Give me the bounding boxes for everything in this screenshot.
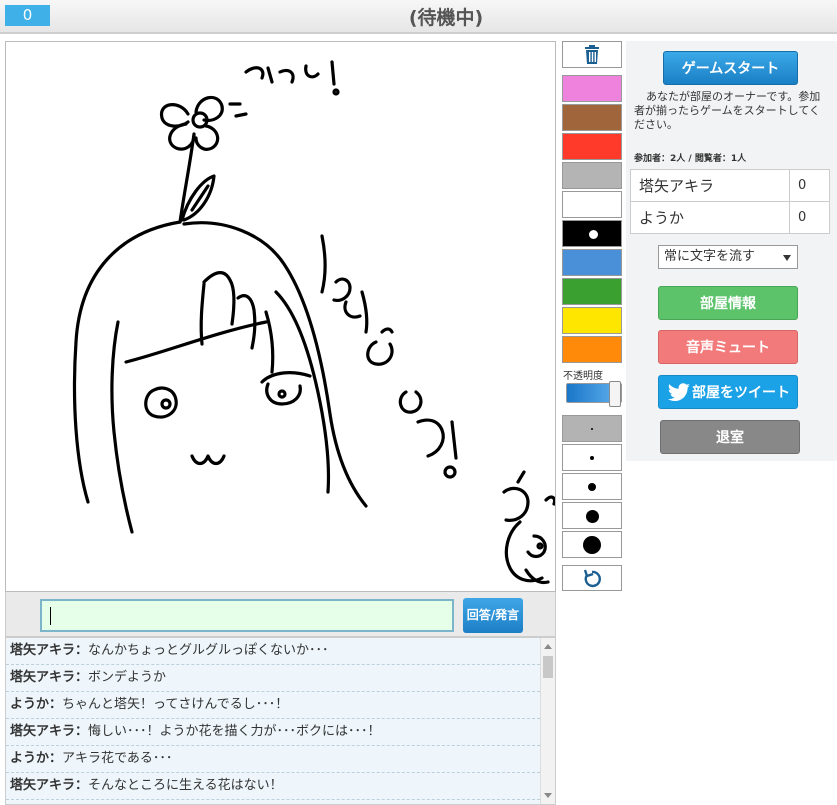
color-swatch[interactable] [562,249,622,276]
color-swatch[interactable] [562,104,622,131]
answer-submit-button[interactable]: 回答/発言 [463,598,523,633]
chat-message-text: 悔しい･･･！ようか花を描く力が･･･ボクには･･･！ [88,724,381,739]
color-swatch[interactable] [562,133,622,160]
game-status-title: (待機中) [408,7,484,29]
mute-audio-button[interactable]: 音声ミュート [658,330,798,364]
opacity-slider[interactable] [566,381,622,407]
chat-rows: 塔矢アキラ：なんかちょっとグルグルっぽくないか･･･ 塔矢アキラ：ボンデようか よう… [6,638,555,800]
color-swatch[interactable] [562,75,622,102]
pen-dot-icon [583,536,601,554]
chat-message: 塔矢アキラ：なんかちょっとグルグルっぽくないか･･･ [6,638,540,665]
chat-message: 塔矢アキラ：そんなところに生える花はない！ [6,773,540,800]
pen-size-option[interactable] [562,444,622,471]
pen-dot-icon [590,456,594,460]
game-start-button[interactable]: ゲームスタート [663,51,798,85]
chat-sender-name: 塔矢アキラ [10,643,76,658]
chat-sender-name: ようか [10,697,50,712]
viewers-label: 閲覧者： [694,154,731,164]
player-score: 0 [789,201,830,234]
text-flow-select[interactable]: 常に文字を流す [658,245,798,269]
pen-size-option[interactable] [562,502,622,529]
text-flow-select-value: 常に文字を流す [664,249,756,264]
player-row: 塔矢アキラ 0 [630,169,830,202]
color-swatch[interactable] [562,278,622,305]
chat-message: 塔矢アキラ：ボンデようか [6,665,540,692]
color-swatch[interactable] [562,162,622,189]
chat-message-text: アキラ花である･･･ [62,751,173,766]
tweet-room-button[interactable]: 部屋をツイート [658,375,798,409]
room-counts: 参加者：2人 / 閲覧者：1人 [634,154,747,164]
pen-dot-icon [588,483,596,491]
chat-separator: ： [75,778,89,793]
undo-icon [583,569,601,588]
chat-message-text: なんかちょっとグルグルっぽくないか･･･ [88,643,329,658]
chat-message-text: ボンデようか [88,670,167,685]
chevron-down-icon [783,255,791,261]
leave-room-button[interactable]: 退室 [660,420,800,454]
chat-separator: ： [49,751,63,766]
text-caret [50,607,51,625]
pen-dot-icon [591,428,593,430]
color-swatch[interactable] [562,220,622,247]
answer-input[interactable] [40,599,454,632]
opacity-slider-handle[interactable] [609,381,621,407]
player-row: ようか 0 [630,201,830,234]
player-name: ようか [630,201,790,234]
chat-separator: ： [75,643,89,658]
player-list: 塔矢アキラ 0 ようか 0 [630,169,830,234]
selected-indicator-icon [589,230,598,239]
header-bar: 0 (待機中) [0,0,837,34]
pen-size-option[interactable] [562,531,622,558]
chat-message: 塔矢アキラ：悔しい･･･！ようか花を描く力が･･･ボクには･･･！ [6,719,540,746]
answer-bar: 回答/発言 [5,592,556,637]
chat-sender-name: ようか [10,751,50,766]
participants-label: 参加者： [634,154,671,164]
color-swatch[interactable] [562,336,622,363]
viewers-count: 1人 [730,154,747,164]
chat-separator: ： [49,697,63,712]
owner-message: あなたが部屋のオーナーです。参加者が揃ったらゲームをスタートしてください。 [634,90,821,131]
player-score: 0 [789,169,830,202]
tweet-room-label: 部屋をツイート [692,385,790,401]
color-swatch[interactable] [562,307,622,334]
chat-scrollbar[interactable] [540,638,555,804]
opacity-label: 不透明度 [563,371,603,382]
chat-separator: ： [75,724,89,739]
chat-log[interactable]: 塔矢アキラ：なんかちょっとグルグルっぽくないか･･･ 塔矢アキラ：ボンデようか よう… [5,637,556,805]
scroll-down-arrow-icon[interactable] [544,793,552,798]
chat-message-text: ちゃんと塔矢！ってさけんでるし･･･！ [62,697,289,712]
drawing-canvas[interactable] [5,41,556,592]
pen-size-option[interactable] [562,473,622,500]
chat-sender-name: 塔矢アキラ [10,778,76,793]
pen-size-option[interactable] [562,415,622,442]
scroll-thumb[interactable] [543,656,553,678]
scroll-up-arrow-icon[interactable] [544,644,552,649]
chat-message: ようか：アキラ花である･･･ [6,746,540,773]
clear-canvas-button[interactable] [562,41,622,68]
chat-sender-name: 塔矢アキラ [10,724,76,739]
chat-message: ようか：ちゃんと塔矢！ってさけんでるし･･･！ [6,692,540,719]
chat-message-text: そんなところに生える花はない！ [88,778,283,793]
app-window: 0 (待機中) 回答/発言 塔矢アキラ：なんかちょっとグルグルっぽくないか･･･… [0,0,837,805]
chat-sender-name: 塔矢アキラ [10,670,76,685]
player-name: 塔矢アキラ [630,169,790,202]
color-swatch[interactable] [562,191,622,218]
participants-count: 2人 [670,154,686,164]
twitter-bird-icon [667,383,690,401]
chat-separator: ： [75,670,89,685]
canvas-drawing [72,60,555,585]
room-info-button[interactable]: 部屋情報 [658,286,798,320]
pen-dot-icon [585,509,599,523]
trash-icon [585,45,599,64]
undo-button[interactable] [562,565,622,591]
